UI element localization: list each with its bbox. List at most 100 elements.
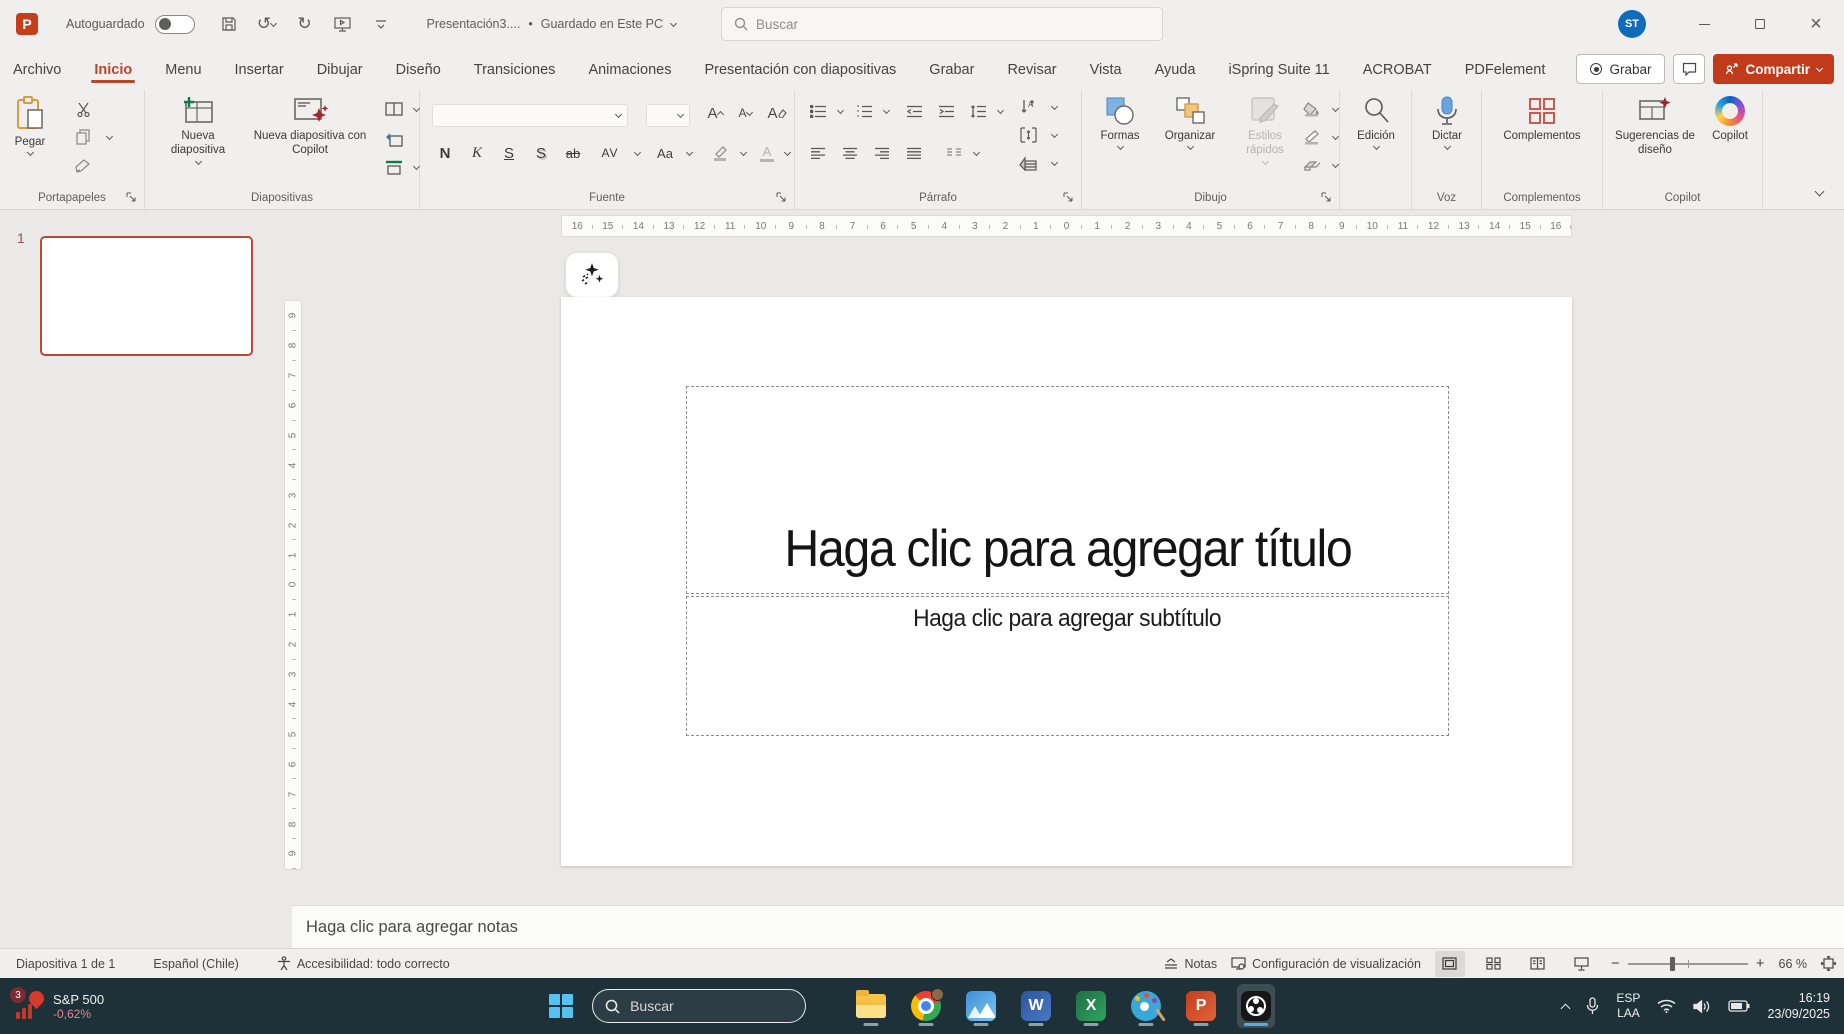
copy-caret[interactable] bbox=[98, 126, 120, 148]
designer-sparkle-button[interactable] bbox=[565, 252, 619, 298]
text-shadow-button[interactable]: S bbox=[530, 142, 552, 164]
strikethrough-button[interactable]: ab bbox=[562, 142, 584, 164]
underline-button[interactable]: S bbox=[498, 142, 520, 164]
vertical-ruler[interactable]: 9876543210123456789 bbox=[284, 300, 302, 870]
user-avatar[interactable]: ST bbox=[1618, 10, 1646, 38]
align-right-button[interactable] bbox=[871, 142, 893, 164]
section-button[interactable] bbox=[383, 156, 405, 178]
clipboard-dialog-launcher[interactable] bbox=[126, 192, 138, 204]
minimize-button[interactable] bbox=[1676, 0, 1732, 48]
document-info[interactable]: Presentación3.... • Guardado en Este PC bbox=[427, 17, 678, 31]
battery-icon[interactable] bbox=[1728, 1000, 1750, 1012]
align-text-caret[interactable] bbox=[1043, 124, 1065, 146]
line-spacing-caret[interactable] bbox=[989, 100, 1011, 122]
accessibility-checker[interactable]: Accesibilidad: todo correcto bbox=[277, 956, 450, 971]
ribbon-tab[interactable]: Animaciones bbox=[585, 53, 674, 85]
record-button[interactable]: Grabar bbox=[1576, 54, 1666, 84]
view-slideshow-button[interactable] bbox=[1567, 951, 1597, 977]
new-slide-copilot-button[interactable]: Nueva diapositiva con Copilot bbox=[245, 96, 375, 158]
zoom-in-button[interactable]: + bbox=[1756, 955, 1765, 972]
numbering-button[interactable] bbox=[853, 100, 875, 122]
powerpoint-logo-icon[interactable]: P bbox=[16, 13, 38, 35]
text-direction-caret[interactable] bbox=[1043, 96, 1065, 118]
close-button[interactable]: × bbox=[1788, 0, 1844, 48]
align-text-button[interactable] bbox=[1017, 124, 1039, 146]
ribbon-tab[interactable]: Menu bbox=[162, 53, 204, 85]
design-ideas-button[interactable]: Sugerencias de diseño bbox=[1609, 96, 1701, 158]
view-slide-sorter-button[interactable] bbox=[1479, 951, 1509, 977]
file-explorer-button[interactable] bbox=[852, 984, 890, 1028]
ribbon-tab[interactable]: Vista bbox=[1087, 53, 1125, 85]
text-direction-button[interactable]: A bbox=[1017, 96, 1039, 118]
bullets-button[interactable] bbox=[807, 100, 829, 122]
ribbon-tab[interactable]: iSpring Suite 11 bbox=[1225, 53, 1332, 85]
smartart-button[interactable] bbox=[1017, 152, 1039, 174]
reset-slide-button[interactable] bbox=[383, 128, 405, 150]
clear-formatting-button[interactable]: A bbox=[764, 102, 790, 124]
document-title[interactable]: Presentación3.... bbox=[427, 17, 521, 31]
horizontal-ruler[interactable]: 16 15 14 13 12 11 10 9 8 7 6 5 4 3 2 1 0 1 2 3 4 5 6 7 8 9 10 11 12 1… bbox=[561, 215, 1572, 237]
shapes-button[interactable]: Formas bbox=[1092, 96, 1148, 151]
arrange-button[interactable]: Organizar bbox=[1154, 96, 1226, 151]
paste-button[interactable]: Pegar bbox=[14, 96, 46, 157]
save-icon[interactable] bbox=[217, 12, 241, 36]
font-dialog-launcher[interactable] bbox=[776, 192, 788, 204]
ribbon-tab[interactable]: Transiciones bbox=[471, 53, 559, 85]
undo-icon[interactable]: ↺ bbox=[255, 12, 279, 36]
fit-to-window-button[interactable] bbox=[1821, 956, 1836, 971]
columns-caret[interactable] bbox=[965, 142, 987, 164]
taskbar-search[interactable]: Buscar bbox=[592, 989, 807, 1023]
autosave-toggle[interactable] bbox=[154, 14, 195, 34]
addins-button[interactable]: Complementos bbox=[1492, 96, 1592, 143]
redo-icon[interactable]: ↻ bbox=[293, 12, 317, 36]
zoom-level[interactable]: 66 % bbox=[1779, 957, 1808, 971]
shape-effects-button[interactable] bbox=[1300, 154, 1322, 176]
view-reading-button[interactable] bbox=[1523, 951, 1553, 977]
ribbon-tab[interactable]: Inicio bbox=[91, 53, 136, 85]
spacing-caret[interactable] bbox=[626, 142, 648, 164]
title-placeholder[interactable]: Haga clic para agregar título bbox=[686, 386, 1449, 594]
restore-button[interactable] bbox=[1732, 0, 1788, 48]
shape-outline-button[interactable] bbox=[1300, 126, 1322, 148]
slide-canvas[interactable]: Haga clic para agregar título Haga clic … bbox=[561, 297, 1572, 866]
increase-indent-button[interactable] bbox=[935, 100, 957, 122]
clock[interactable]: 16:19 23/09/2025 bbox=[1767, 990, 1830, 1023]
chrome-button[interactable] bbox=[907, 984, 945, 1028]
ribbon-tab[interactable]: PDFelement bbox=[1462, 53, 1549, 85]
ribbon-tab[interactable]: Insertar bbox=[232, 53, 287, 85]
zoom-slider-thumb[interactable] bbox=[1669, 956, 1675, 971]
ribbon-tab[interactable]: Dibujar bbox=[314, 53, 366, 85]
dictate-button[interactable]: Dictar bbox=[1420, 96, 1474, 151]
collapse-ribbon-button[interactable] bbox=[1808, 181, 1830, 203]
word-button[interactable]: W bbox=[1017, 984, 1055, 1028]
editing-button[interactable]: Edición bbox=[1346, 96, 1406, 151]
ribbon-tab[interactable]: Ayuda bbox=[1152, 53, 1199, 85]
search-box[interactable] bbox=[721, 7, 1163, 41]
comments-button[interactable] bbox=[1673, 54, 1706, 84]
ribbon-tab[interactable]: Diseño bbox=[393, 53, 444, 85]
view-normal-button[interactable] bbox=[1434, 950, 1465, 977]
start-slideshow-icon[interactable] bbox=[331, 12, 355, 36]
ribbon-tab[interactable]: Revisar bbox=[1004, 53, 1059, 85]
smartart-caret[interactable] bbox=[1043, 152, 1065, 174]
volume-icon[interactable] bbox=[1693, 999, 1711, 1014]
columns-button[interactable] bbox=[943, 142, 965, 164]
wifi-icon[interactable] bbox=[1657, 999, 1676, 1013]
copy-button[interactable] bbox=[72, 126, 94, 148]
align-center-button[interactable] bbox=[839, 142, 861, 164]
language-indicator[interactable]: Español (Chile) bbox=[153, 957, 238, 971]
paragraph-dialog-launcher[interactable] bbox=[1063, 192, 1075, 204]
bullets-caret[interactable] bbox=[829, 100, 851, 122]
ribbon-tab[interactable]: Grabar bbox=[926, 53, 977, 85]
search-input[interactable] bbox=[756, 16, 1116, 32]
ribbon-tab[interactable]: ACROBAT bbox=[1360, 53, 1435, 85]
share-button[interactable]: Compartir bbox=[1713, 54, 1834, 84]
font-color-button[interactable]: A bbox=[756, 142, 778, 164]
zoom-slider[interactable] bbox=[1627, 956, 1748, 971]
notes-pane[interactable]: Haga clic para agregar notas bbox=[292, 905, 1844, 948]
decrease-indent-button[interactable] bbox=[903, 100, 925, 122]
highlight-color-button[interactable] bbox=[708, 142, 732, 164]
hidden-icons-chevron-icon[interactable] bbox=[1560, 1003, 1571, 1013]
copilot-button[interactable]: Copilot bbox=[1703, 96, 1757, 143]
bold-button[interactable]: N bbox=[434, 142, 456, 164]
